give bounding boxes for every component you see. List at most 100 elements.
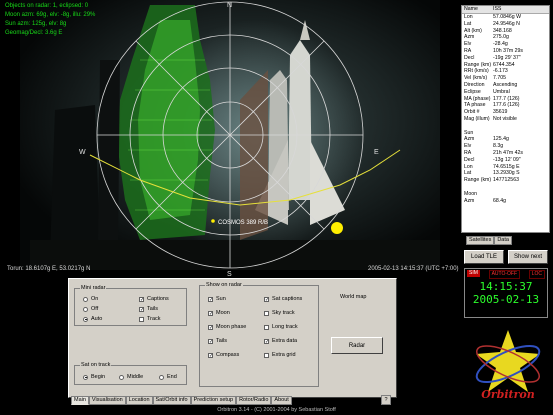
radio-circle[interactable] (83, 374, 88, 380)
info-row-key: Mag (illum) (464, 115, 490, 122)
show-on-radar-title: Show on radar (205, 282, 243, 288)
mini-radar-tails-check[interactable]: ✓ Tails (139, 306, 158, 312)
info-row: TA phase 177.6 (126) (462, 102, 549, 109)
info-row-key (462, 123, 493, 130)
compass-north: N (227, 2, 232, 9)
checkbox[interactable]: ✓ (208, 324, 213, 330)
info-row-key: Elv (464, 41, 472, 48)
sat-track-end-radio[interactable]: End (159, 374, 177, 380)
info-row: Azm 68.4g (462, 198, 549, 205)
mini-radar-auto-radio[interactable]: Auto (83, 316, 102, 322)
show-sky-track-check[interactable]: Sky track (264, 310, 295, 316)
info-row-value: 8.3g (493, 143, 504, 150)
info-row: Eclipse Umbral (462, 89, 549, 96)
tab-visualisation[interactable]: Visualisation (88, 396, 126, 405)
checkbox[interactable]: ✓ (208, 296, 213, 302)
tab-sat-orbit-info[interactable]: Sat/Orbit info (152, 396, 191, 405)
info-row: Range (km) 6744.354 (462, 62, 549, 69)
sim-indicator[interactable]: SIM (467, 270, 480, 277)
sat-track-middle-radio[interactable]: Middle (119, 374, 143, 380)
check-label: Extra data (272, 338, 298, 344)
checkbox[interactable]: ✓ (264, 296, 269, 302)
info-row-value: 35619 (493, 109, 508, 116)
checkbox[interactable]: ✓ (208, 352, 213, 358)
tab-rotor-radio[interactable]: Rotor/Radio (236, 396, 272, 405)
checkbox[interactable]: ✓ (208, 338, 213, 344)
checkbox[interactable] (264, 352, 269, 358)
mini-radar-track-check[interactable]: Track (139, 316, 161, 322)
info-row: RA 10h 37m 29s (462, 48, 549, 55)
radar-overlay-line-4: Geomag/Decl: 3.6g E (5, 30, 63, 36)
location-text: Torun: 18.6107g E, 53.0217g N (7, 266, 91, 272)
show-sun-check[interactable]: ✓ Sun (208, 296, 226, 302)
tab-satellites[interactable]: Satellites (466, 236, 495, 245)
checkbox[interactable]: ✓ (208, 310, 213, 316)
mini-radar-off-radio[interactable]: Off (83, 306, 98, 312)
checkbox[interactable] (264, 324, 269, 330)
radar-grid (96, 1, 364, 269)
info-row-key: Range (km) (464, 61, 492, 68)
satellite-marker[interactable] (211, 219, 215, 223)
radar-canvas[interactable]: N S E W COSMOS 389 R/B (0, 0, 460, 280)
info-row-key: Lat (464, 170, 472, 177)
checkbox[interactable] (264, 310, 269, 316)
show-moon-check[interactable]: ✓ Moon (208, 310, 230, 316)
radio-circle[interactable] (83, 306, 88, 312)
info-row-value (493, 123, 549, 130)
info-row-key: Decl (464, 54, 475, 61)
radar-button[interactable]: Radar (331, 337, 383, 354)
info-row-value: -19g 29' 37" (493, 54, 521, 61)
show-compass-check[interactable]: ✓ Compass (208, 352, 239, 358)
checkbox[interactable]: ✓ (264, 338, 269, 344)
load-tle-button[interactable]: Load TLE (464, 250, 504, 264)
mini-radar-captions-check[interactable]: ✓ Captions (139, 296, 169, 302)
auto-off-indicator[interactable]: AUTO-OFF (488, 270, 521, 279)
checkbox[interactable]: ✓ (139, 306, 144, 312)
clock-panel: SIM AUTO-OFF LOC 14:15:37 2005-02-13 (464, 268, 548, 318)
datetime-text: 2005-02-13 14:15:37 (UTC +7:00) (368, 266, 459, 272)
radio-circle[interactable] (159, 374, 164, 380)
checkbox[interactable]: ✓ (139, 296, 144, 302)
check-label: Moon phase (216, 324, 247, 330)
radar-view[interactable]: N S E W COSMOS 389 R/B Objects on radar:… (0, 0, 460, 280)
tab-main[interactable]: Main (71, 396, 89, 405)
info-row: RA 21h 47m 42s (462, 150, 549, 157)
radio-label: Middle (127, 374, 144, 380)
help-button[interactable]: ? (381, 395, 391, 405)
show-extra-data-check[interactable]: ✓ Extra data (264, 338, 297, 344)
tab-location[interactable]: Location (125, 396, 153, 405)
satellite-label[interactable]: COSMOS 389 R/B (218, 220, 268, 226)
tab-data[interactable]: Data (494, 236, 512, 245)
info-row: Elv 8.3g (462, 143, 549, 150)
world-map-label: World map (340, 294, 367, 300)
show-moon-phase-check[interactable]: ✓ Moon phase (208, 324, 246, 330)
info-row-value: 10h 37m 29s (493, 47, 523, 54)
show-sat-captions-check[interactable]: ✓ Sat captions (264, 296, 302, 302)
info-row-value: 24.9546g N (493, 20, 520, 27)
info-row-value: 57.0846g W (493, 14, 521, 20)
info-row: Decl -13g 12' 09" (462, 157, 549, 164)
check-label: Sun (216, 296, 226, 302)
info-row-key: Eclipse (464, 88, 481, 95)
mini-radar-on-radio[interactable]: On (83, 296, 98, 302)
tab-prediction-setup[interactable]: Prediction setup (190, 396, 237, 405)
info-row: Alt (km) 348.168 (462, 28, 549, 35)
show-tails-check[interactable]: ✓ Tails (208, 338, 227, 344)
info-row-value: 7.705 (493, 75, 506, 82)
sat-track-begin-radio[interactable]: Begin (83, 374, 105, 380)
show-next-button[interactable]: Show next (508, 250, 548, 264)
info-row-value: 177.6 (126) (493, 102, 520, 109)
info-row-key: MA (phase) (464, 95, 491, 102)
tab-about[interactable]: About (271, 396, 292, 405)
info-row-value: 348.168 (493, 27, 512, 34)
radio-circle[interactable] (83, 296, 88, 302)
radar-overlay-line-3: Sun azm: 125g, elv: 8g (5, 21, 67, 27)
show-extra-grid-check[interactable]: Extra grid (264, 352, 296, 358)
check-label: Tails (147, 306, 159, 312)
loc-indicator[interactable]: LOC (528, 270, 545, 279)
show-long-track-check[interactable]: Long track (264, 324, 298, 330)
radio-circle[interactable] (83, 316, 88, 322)
radio-circle[interactable] (119, 374, 124, 380)
info-row-key: Lon (464, 14, 473, 20)
checkbox[interactable] (139, 316, 144, 322)
